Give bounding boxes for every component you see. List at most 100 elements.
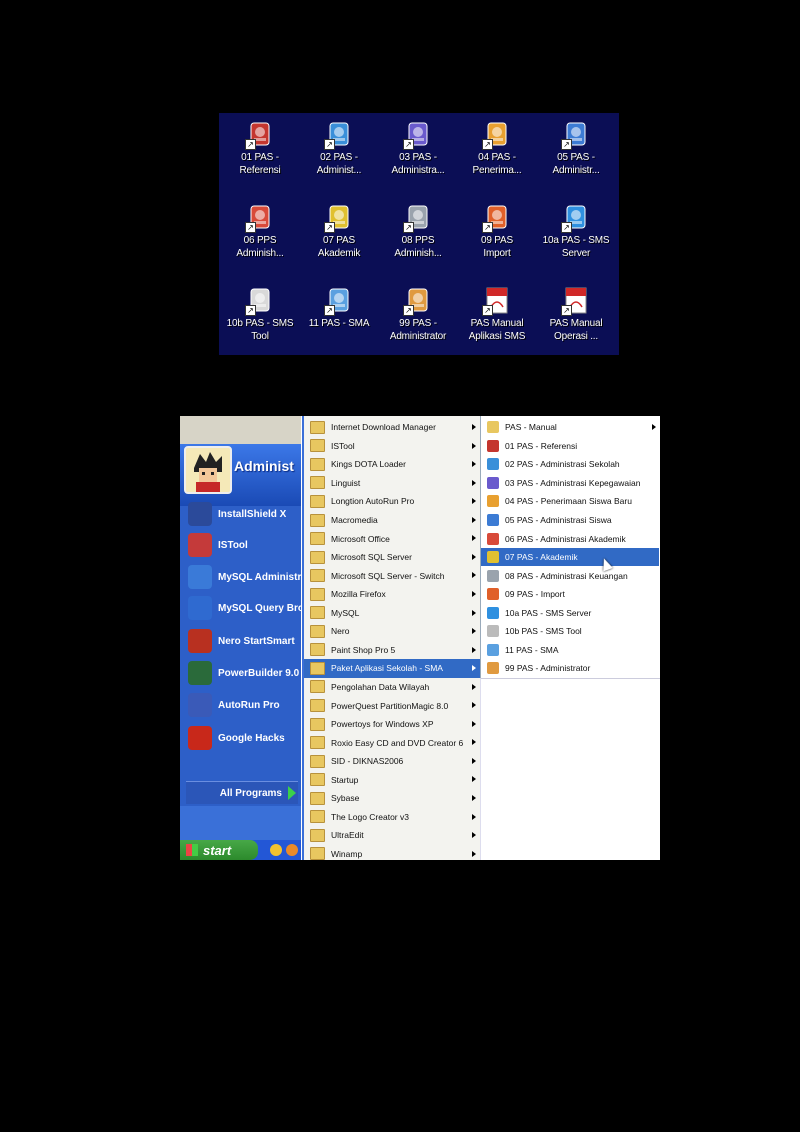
program-folder-item[interactable]: Longtion AutoRun Pro	[304, 492, 480, 511]
program-folder-item[interactable]: MySQL	[304, 604, 480, 623]
pinned-program[interactable]: ISTool	[188, 531, 301, 559]
quicklaunch-icon[interactable]	[270, 844, 282, 856]
desktop-shortcut[interactable]: ↗ 10b PAS - SMS Tool	[220, 281, 300, 355]
desktop-shortcut[interactable]: ↗ 99 PAS - Administrator	[378, 281, 458, 355]
program-folder-item[interactable]: ISTool	[304, 437, 480, 456]
submenu-item-label: PAS - Manual	[505, 422, 557, 433]
program-folder-item[interactable]: Winamp	[304, 845, 480, 860]
submenu-item[interactable]: PAS - Manual	[481, 418, 659, 437]
pinned-program[interactable]: MySQL Query Brov	[188, 594, 301, 622]
submenu-item[interactable]: 10b PAS - SMS Tool	[481, 622, 659, 641]
pinned-program[interactable]: Google Hacks	[188, 724, 301, 752]
start-label: start	[203, 842, 232, 858]
all-programs-button[interactable]: All Programs	[186, 781, 298, 804]
desktop-shortcut[interactable]: ↗ 04 PAS - Penerima...	[457, 115, 537, 195]
submenu-arrow-icon	[472, 813, 476, 820]
submenu-item[interactable]: 11 PAS - SMA	[481, 641, 659, 660]
submenu-item[interactable]: 10a PAS - SMS Server	[481, 604, 659, 623]
program-folder-item[interactable]: UltraEdit	[304, 826, 480, 845]
pinned-program-label: ISTool	[218, 539, 248, 551]
desktop-shortcut[interactable]: ↗ 02 PAS - Administ...	[299, 115, 379, 195]
program-folder-label: SID - DIKNAS2006	[331, 756, 404, 767]
desktop-icon-panel: ↗ 01 PAS - Referensi ↗ 02 PAS - Administ...…	[219, 113, 619, 355]
submenu-item[interactable]: 06 PAS - Administrasi Akademik	[481, 529, 659, 548]
desktop-shortcut[interactable]: ↗ 10a PAS - SMS Server	[536, 198, 616, 278]
submenu-arrow-icon	[472, 479, 476, 486]
submenu-item[interactable]: 05 PAS - Administrasi Siswa	[481, 511, 659, 530]
installshield-icon	[188, 502, 212, 526]
program-folder-label: UltraEdit	[331, 830, 364, 841]
document-plus-icon	[487, 495, 499, 508]
program-folder-item[interactable]: Startup	[304, 770, 480, 789]
submenu-item[interactable]: 03 PAS - Administrasi Kepegawaian	[481, 474, 659, 493]
submenu-item-label: 01 PAS - Referensi	[505, 440, 578, 451]
folder-icon	[310, 754, 325, 768]
program-folder-item[interactable]: Pengolahan Data Wilayah	[304, 678, 480, 697]
program-folder-item[interactable]: Paket Aplikasi Sekolah - SMA	[304, 659, 480, 678]
all-programs-label: All Programs	[219, 787, 282, 799]
pinned-program[interactable]: InstallShield X	[188, 500, 301, 528]
submenu-item[interactable]: 04 PAS - Penerimaan Siswa Baru	[481, 492, 659, 511]
pinned-program[interactable]: PowerBuilder 9.0	[188, 659, 301, 687]
program-folder-item[interactable]: Roxio Easy CD and DVD Creator 6	[304, 733, 480, 752]
desktop-shortcut[interactable]: ↗ PAS Manual Aplikasi SMS	[457, 281, 537, 355]
program-folder-item[interactable]: Microsoft Office	[304, 529, 480, 548]
shortcut-arrow-icon: ↗	[245, 305, 256, 316]
folder-icon	[310, 513, 325, 527]
program-folder-item[interactable]: Internet Download Manager	[304, 418, 480, 437]
desktop-shortcut[interactable]: ↗ 01 PAS - Referensi	[220, 115, 300, 195]
scroll-strip	[180, 416, 301, 444]
submenu-item-label: 03 PAS - Administrasi Kepegawaian	[505, 477, 641, 488]
program-folder-item[interactable]: Powertoys for Windows XP	[304, 715, 480, 734]
nero-icon	[188, 629, 212, 653]
submenu-item[interactable]: 01 PAS - Referensi	[481, 437, 659, 456]
desktop-shortcut[interactable]: ↗ 11 PAS - SMA	[299, 281, 379, 355]
program-folder-item[interactable]: Microsoft SQL Server - Switch	[304, 566, 480, 585]
program-folder-item[interactable]: Nero	[304, 622, 480, 641]
desktop-shortcut[interactable]: ↗ 06 PPS Adminish...	[220, 198, 300, 278]
shortcut-arrow-icon: ↗	[561, 139, 572, 150]
program-folder-item[interactable]: Sybase	[304, 789, 480, 808]
program-folder-label: Nero	[331, 626, 350, 637]
program-folder-item[interactable]: The Logo Creator v3	[304, 808, 480, 827]
desktop-shortcut[interactable]: ↗ 08 PPS Adminish...	[378, 198, 458, 278]
program-folder-item[interactable]: Microsoft SQL Server	[304, 548, 480, 567]
pinned-program[interactable]: MySQL Administra	[188, 563, 301, 591]
money-wrench-icon	[487, 569, 499, 582]
desktop-shortcut[interactable]: ↗ 09 PAS Import	[457, 198, 537, 278]
folder-icon	[310, 699, 325, 713]
desktop-shortcut[interactable]: ↗ 07 PAS Akademik	[299, 198, 379, 278]
submenu-item[interactable]: 08 PAS - Administrasi Keuangan	[481, 566, 659, 585]
submenu-arrow-icon	[472, 590, 476, 597]
program-folder-item[interactable]: Kings DOTA Loader	[304, 455, 480, 474]
magic-wand-icon	[487, 551, 499, 564]
start-button[interactable]: start	[180, 840, 258, 860]
program-folder-item[interactable]: Macromedia	[304, 511, 480, 530]
submenu-item[interactable]: 02 PAS - Administrasi Sekolah	[481, 455, 659, 474]
program-folder-item[interactable]: SID - DIKNAS2006	[304, 752, 480, 771]
shortcut-arrow-icon: ↗	[482, 305, 493, 316]
quicklaunch-icon[interactable]	[286, 844, 298, 856]
google-hacks-icon	[188, 726, 212, 750]
desktop-shortcut[interactable]: ↗ PAS Manual Operasi ...	[536, 281, 616, 355]
submenu-item[interactable]: 99 PAS - Administrator	[481, 659, 659, 678]
submenu-item[interactable]: 07 PAS - Akademik	[481, 547, 659, 567]
desktop-shortcut[interactable]: ↗ 03 PAS - Administra...	[378, 115, 458, 195]
desktop-shortcut-label: 03 PAS - Administra...	[391, 152, 445, 176]
submenu-item-label: 08 PAS - Administrasi Keuangan	[505, 570, 628, 581]
desktop-shortcut[interactable]: ↗ 05 PAS - Administr...	[536, 115, 616, 195]
submenu-item-label: 09 PAS - Import	[505, 589, 565, 600]
program-folder-label: Sybase	[331, 793, 360, 804]
program-folder-item[interactable]: Paint Shop Pro 5	[304, 641, 480, 660]
shortcut-arrow-icon: ↗	[324, 305, 335, 316]
pinned-program[interactable]: AutoRun Pro	[188, 691, 301, 719]
program-folder-item[interactable]: Linguist	[304, 474, 480, 493]
user-avatar[interactable]	[184, 446, 232, 494]
pinned-program[interactable]: Nero StartSmart	[188, 627, 301, 655]
program-folder-item[interactable]: Mozilla Firefox	[304, 585, 480, 604]
submenu-arrow-icon	[472, 442, 476, 449]
submenu-item[interactable]: 09 PAS - Import	[481, 585, 659, 604]
program-folder-item[interactable]: PowerQuest PartitionMagic 8.0	[304, 696, 480, 715]
submenu-arrow-icon	[472, 628, 476, 635]
shortcut-arrow-icon: ↗	[245, 222, 256, 233]
